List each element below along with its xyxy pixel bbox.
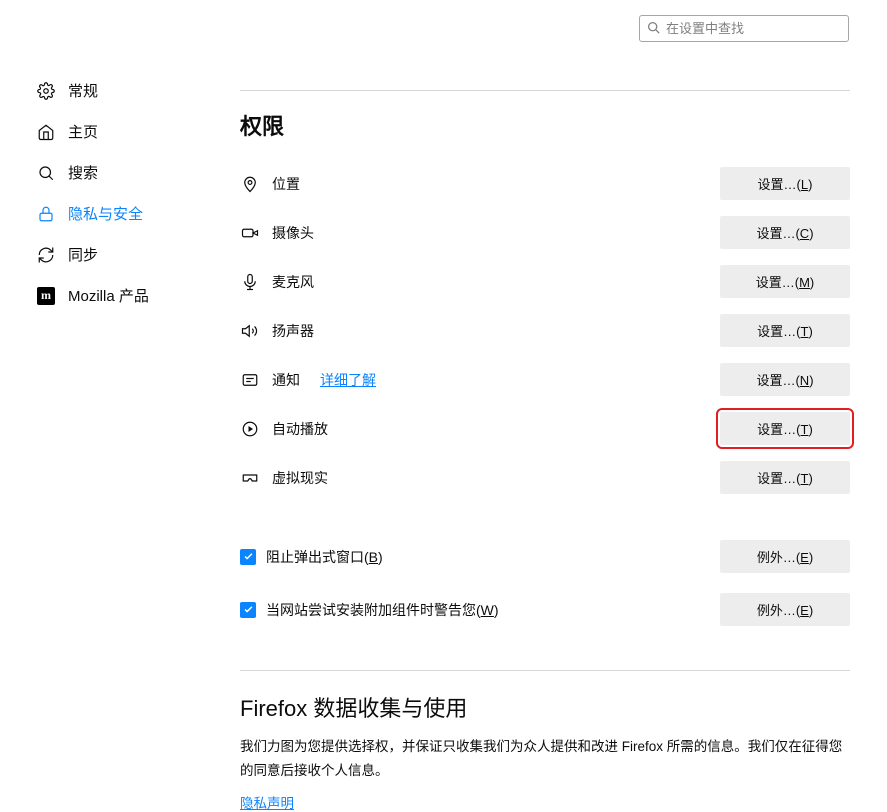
settings-button-camera[interactable]: 设置…(C) (720, 216, 850, 249)
checkbox-row-popup: 阻止弹出式窗口(B) 例外…(E) (240, 530, 850, 583)
notification-icon (240, 370, 260, 390)
settings-button-speaker[interactable]: 设置…(T) (720, 314, 850, 347)
sync-icon (36, 245, 56, 265)
permission-label: 摄像头 (272, 223, 314, 243)
sidebar-item-label: 主页 (68, 121, 98, 142)
sidebar-item-mozilla[interactable]: m Mozilla 产品 (36, 275, 216, 316)
permission-row-autoplay: 自动播放 设置…(T) (240, 404, 850, 453)
permission-label: 通知 (272, 370, 300, 390)
sidebar-item-general[interactable]: 常规 (36, 70, 216, 111)
sidebar-item-label: 常规 (68, 80, 98, 101)
data-collection-desc: 我们力图为您提供选择权，并保证只收集我们为众人提供和改进 Firefox 所需的… (240, 735, 850, 784)
sidebar: 常规 主页 搜索 隐私与安全 同步 m Mozilla 产品 (36, 70, 216, 316)
search-icon (647, 21, 660, 37)
data-collection-title: Firefox 数据收集与使用 (240, 691, 850, 723)
speaker-icon (240, 321, 260, 341)
permission-row-notifications: 通知 详细了解 设置…(N) (240, 355, 850, 404)
sidebar-item-label: 隐私与安全 (68, 203, 143, 224)
sidebar-item-search[interactable]: 搜索 (36, 152, 216, 193)
home-icon (36, 122, 56, 142)
search-icon (36, 163, 56, 183)
autoplay-icon (240, 419, 260, 439)
settings-button-notifications[interactable]: 设置…(N) (720, 363, 850, 396)
mozilla-icon: m (36, 286, 56, 306)
search-input[interactable] (639, 15, 849, 42)
permission-label: 自动播放 (272, 419, 328, 439)
sidebar-item-privacy[interactable]: 隐私与安全 (36, 193, 216, 234)
sidebar-item-home[interactable]: 主页 (36, 111, 216, 152)
permission-label: 扬声器 (272, 321, 314, 341)
camera-icon (240, 223, 260, 243)
checkbox-label: 当网站尝试安装附加组件时警告您(W) (266, 600, 499, 620)
permission-label: 麦克风 (272, 272, 314, 292)
divider (240, 670, 850, 671)
settings-button-vr[interactable]: 设置…(T) (720, 461, 850, 494)
checkbox-label: 阻止弹出式窗口(B) (266, 547, 383, 567)
lock-icon (36, 204, 56, 224)
location-icon (240, 174, 260, 194)
privacy-notice-link[interactable]: 隐私声明 (240, 796, 294, 811)
permission-row-vr: 虚拟现实 设置…(T) (240, 453, 850, 502)
sidebar-item-label: 搜索 (68, 162, 98, 183)
sidebar-item-label: Mozilla 产品 (68, 285, 149, 306)
settings-button-autoplay[interactable]: 设置…(T) (720, 412, 850, 445)
checkbox-row-addon-warn: 当网站尝试安装附加组件时警告您(W) 例外…(E) (240, 583, 850, 636)
permission-label: 虚拟现实 (272, 468, 328, 488)
learn-more-link[interactable]: 详细了解 (320, 370, 376, 390)
permission-row-speaker: 扬声器 设置…(T) (240, 306, 850, 355)
gear-icon (36, 81, 56, 101)
sidebar-item-sync[interactable]: 同步 (36, 234, 216, 275)
permission-row-microphone: 麦克风 设置…(M) (240, 257, 850, 306)
checkbox-popup[interactable] (240, 549, 256, 565)
exceptions-button-popup[interactable]: 例外…(E) (720, 540, 850, 573)
exceptions-button-addon[interactable]: 例外…(E) (720, 593, 850, 626)
permissions-title: 权限 (240, 109, 850, 141)
divider (240, 90, 850, 91)
vr-icon (240, 468, 260, 488)
permission-row-camera: 摄像头 设置…(C) (240, 208, 850, 257)
sidebar-item-label: 同步 (68, 244, 98, 265)
settings-button-location[interactable]: 设置…(L) (720, 167, 850, 200)
checkbox-addon-warn[interactable] (240, 602, 256, 618)
content-area: 权限 位置 设置…(L) 摄像头 设置…(C) 麦克风 设置…(M) (240, 90, 850, 812)
microphone-icon (240, 272, 260, 292)
permission-label: 位置 (272, 174, 300, 194)
permission-row-location: 位置 设置…(L) (240, 159, 850, 208)
settings-button-microphone[interactable]: 设置…(M) (720, 265, 850, 298)
